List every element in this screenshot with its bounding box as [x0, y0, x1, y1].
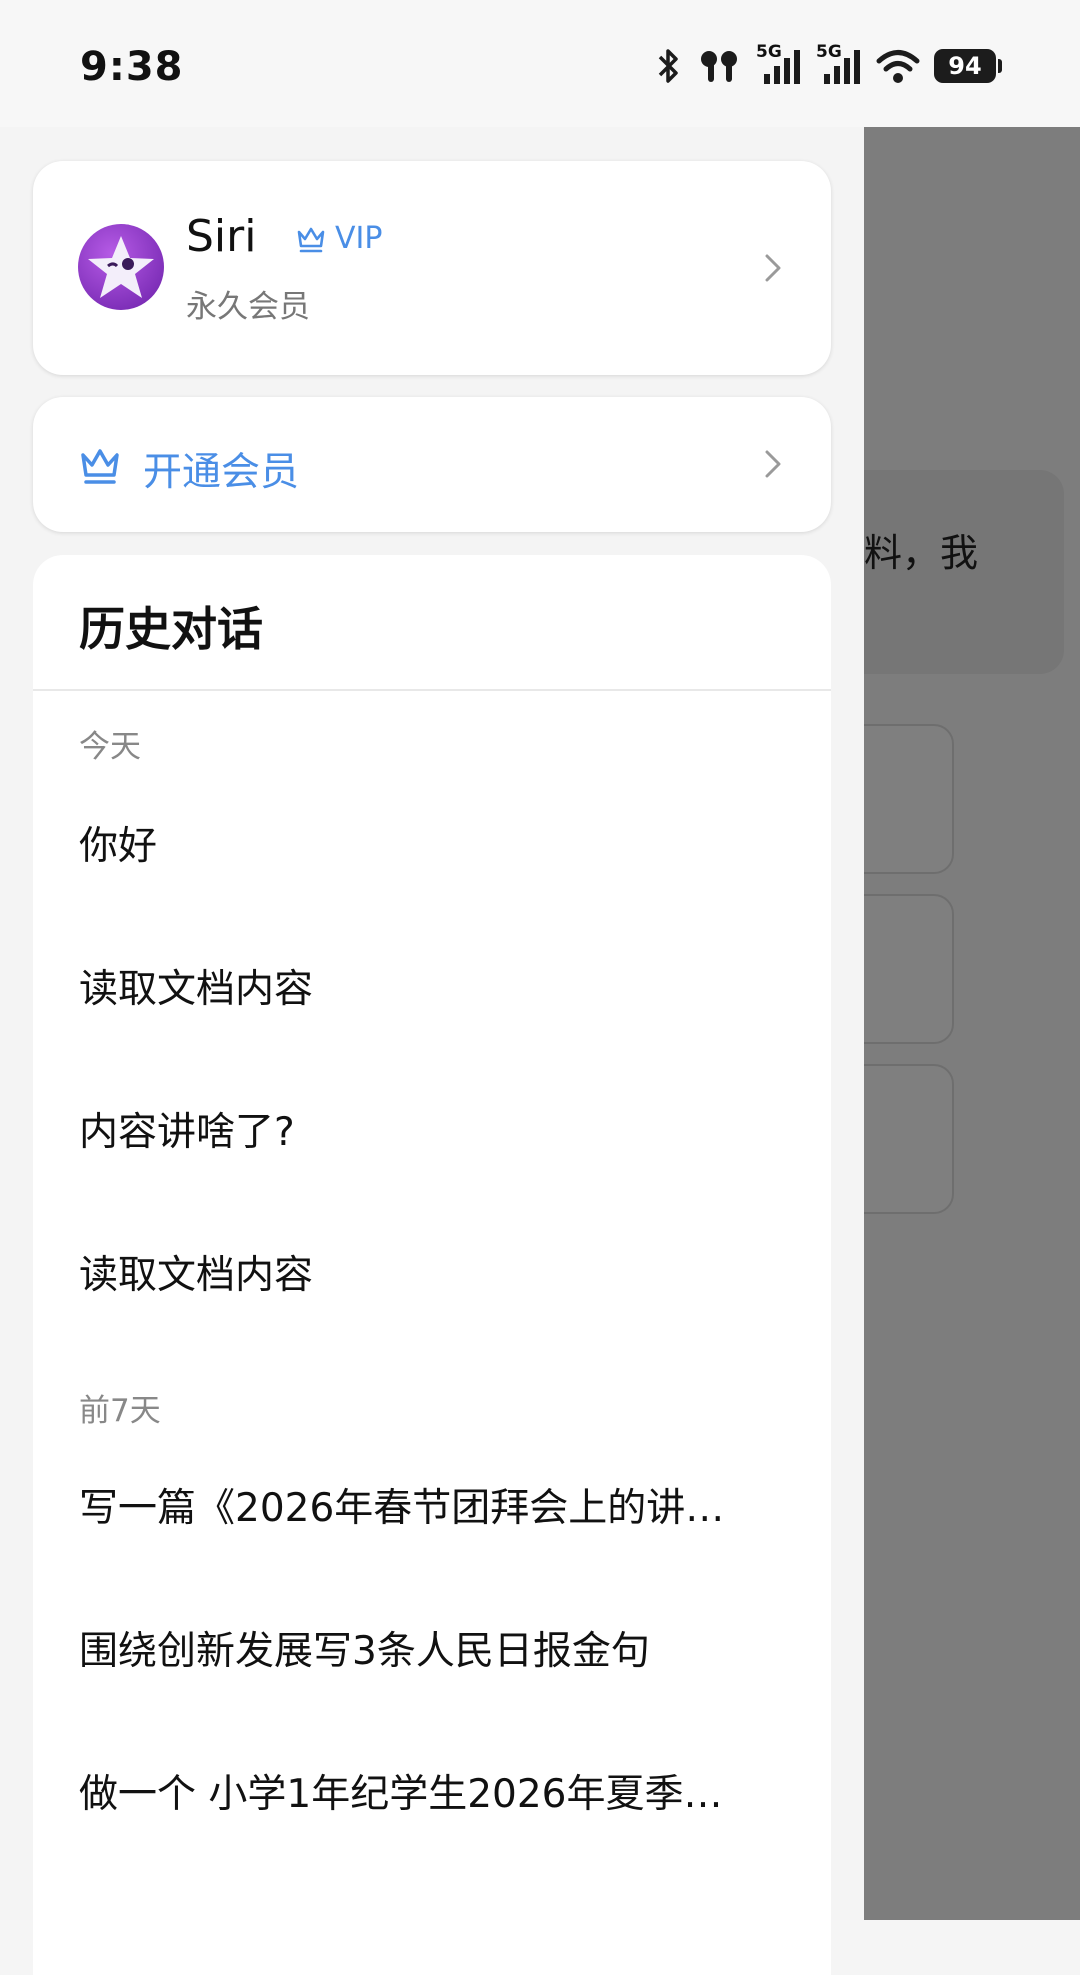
signal-5g-icon: 5G: [816, 42, 862, 86]
star-mascot-icon: [88, 236, 154, 298]
open-membership-label: 开通会员: [143, 450, 300, 495]
divider: [33, 689, 831, 691]
history-item[interactable]: 读取文档内容: [79, 1244, 794, 1300]
chevron-right-icon: [765, 450, 781, 478]
earbuds-icon: [701, 51, 737, 82]
chevron-right-icon: [765, 254, 781, 282]
section-label-today: 今天: [79, 729, 141, 765]
profile-name: Siri: [186, 211, 257, 262]
history-item[interactable]: 做一个 小学1年纪学生2026年夏季…: [79, 1763, 794, 1819]
vip-label: VIP: [335, 221, 383, 256]
history-item[interactable]: 围绕创新发展写3条人民日报金句: [79, 1620, 794, 1676]
crown-icon: [81, 449, 119, 484]
history-panel: 历史对话 今天 你好 读取文档内容 内容讲啥了? 读取文档内容 前7天 写一篇《…: [33, 555, 831, 1975]
wifi-icon: [876, 50, 920, 83]
section-label-last-7-days: 前7天: [79, 1393, 161, 1429]
status-time: 9:38: [80, 44, 184, 90]
network-label: 5G: [756, 42, 782, 62]
history-title: 历史对话: [79, 602, 263, 656]
history-item[interactable]: 写一篇《2026年春节团拜会上的讲…: [79, 1477, 794, 1533]
drawer-scrim[interactable]: [864, 127, 1080, 1920]
network-label: 5G: [816, 42, 842, 62]
profile-card[interactable]: Siri VIP 永久会员: [33, 161, 831, 375]
history-item[interactable]: 你好: [79, 815, 794, 871]
status-icons: 5G 5G 94: [654, 42, 1002, 88]
battery-icon: 94: [934, 49, 1002, 83]
open-membership-button[interactable]: 开通会员: [33, 397, 831, 532]
bluetooth-icon: [658, 49, 678, 83]
vip-badge: VIP: [295, 221, 382, 256]
crown-icon: [297, 227, 325, 252]
membership-status: 永久会员: [186, 289, 310, 325]
battery-level: 94: [948, 52, 982, 80]
side-drawer: Siri VIP 永久会员 开通会员 历史对话 今天 你好 读取文档内容 内容讲…: [0, 127, 864, 1975]
history-item[interactable]: 内容讲啥了?: [79, 1101, 794, 1157]
status-bar: 9:38 5G 5G 94: [0, 0, 1080, 128]
history-item[interactable]: 读取文档内容: [79, 958, 794, 1014]
signal-5g-icon: 5G: [756, 42, 802, 86]
avatar: [78, 224, 164, 310]
